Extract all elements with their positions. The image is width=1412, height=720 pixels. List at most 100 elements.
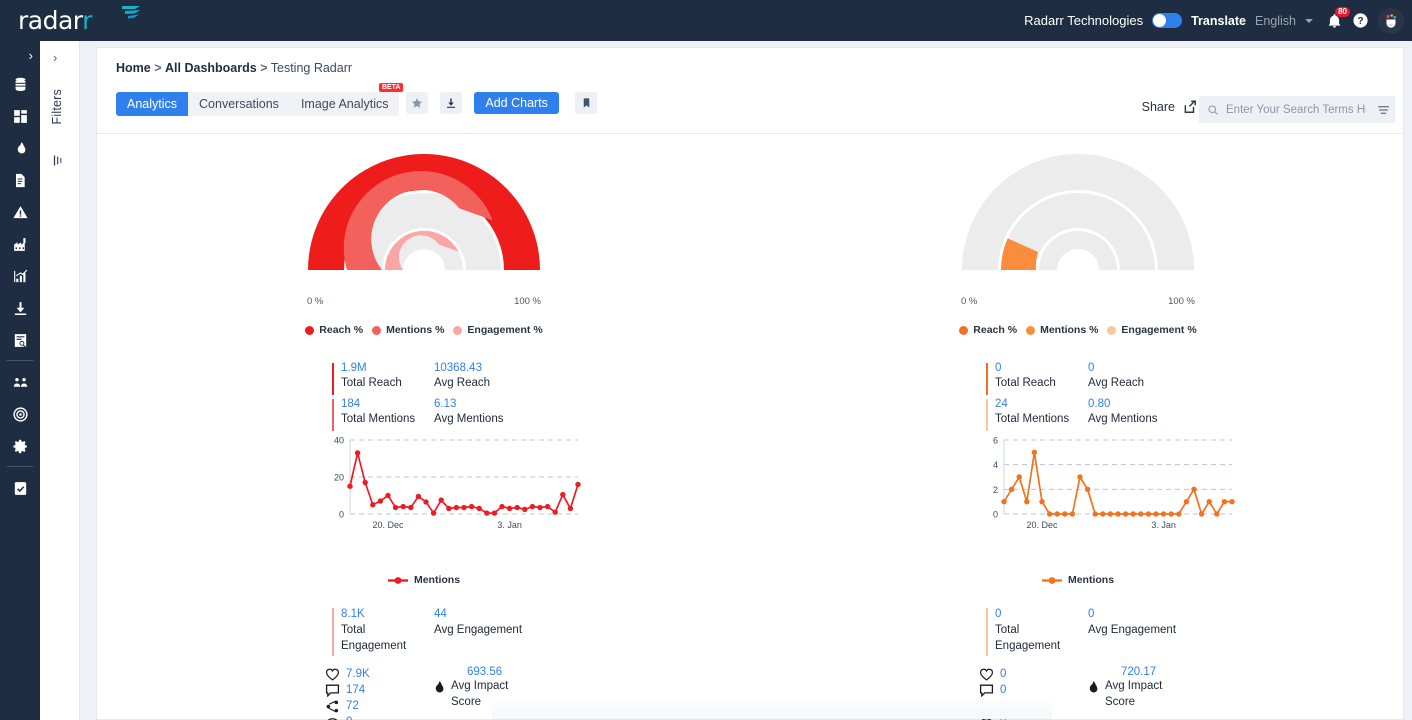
- sidebar-expand-button[interactable]: ›: [0, 48, 40, 63]
- page-area: Home > All Dashboards > Testing Radarr A…: [80, 41, 1412, 720]
- share-external-icon: [1184, 100, 1196, 113]
- sidebar-divider-2: [7, 466, 33, 467]
- notification-badge: 80: [1335, 7, 1350, 17]
- svg-text:4: 4: [993, 460, 998, 470]
- legend-dot-mentions: [372, 325, 382, 335]
- organization-name: Radarr Technologies: [1024, 13, 1144, 28]
- sidebar-item-settings[interactable]: [6, 435, 34, 457]
- download-icon: [14, 301, 26, 315]
- stat-total-mentions: 24 Total Mentions: [986, 397, 1088, 433]
- sidebar-item-audience[interactable]: [6, 371, 34, 393]
- legend-item-engagement[interactable]: Engagement %: [1107, 324, 1197, 336]
- tab-image-analytics[interactable]: Image Analytics BETA: [290, 83, 404, 116]
- sidebar-item-research[interactable]: [6, 329, 34, 351]
- star-icon: [412, 98, 423, 108]
- factory-icon: [13, 237, 25, 251]
- sidebar-item-trending[interactable]: [6, 137, 34, 159]
- tab-image-analytics-label: Image Analytics: [300, 97, 389, 111]
- legend-label-mentions: Mentions %: [1040, 324, 1099, 336]
- filter-bars-icon[interactable]: [52, 153, 67, 168]
- legend-item-reach[interactable]: Reach %: [959, 324, 1017, 336]
- stat-avg-engagement: 0 Avg Engagement: [1088, 606, 1190, 654]
- sidebar-item-reports[interactable]: [6, 169, 34, 191]
- line-chart-right: 0 2 4 6 20. Dec 3. Jan: [976, 434, 1236, 574]
- svg-text:0: 0: [993, 510, 998, 520]
- add-charts-button[interactable]: Add Charts: [474, 92, 559, 114]
- widgets-area: 0 % 100 % Reach % Mentions % Engagement …: [97, 134, 1405, 720]
- stat-value: 184: [341, 398, 361, 410]
- widget-right: 0 % 100 % Reach % Mentions % Engagement …: [751, 134, 1405, 720]
- help-button[interactable]: ?: [1352, 12, 1369, 29]
- user-avatar-icon: [1386, 13, 1397, 28]
- top-bar-right: Radarr Technologies Translate English 80…: [1024, 0, 1404, 41]
- svg-text:?: ?: [1357, 16, 1363, 27]
- filters-expand-button[interactable]: ›: [53, 50, 57, 65]
- gauge-widget-right: 0 % 100 % Reach % Mentions % Engagement …: [751, 134, 1405, 336]
- legend-label-reach: Reach %: [319, 324, 364, 336]
- sidebar-item-dashboards[interactable]: [6, 105, 34, 127]
- sidebar-item-industry[interactable]: [6, 233, 34, 255]
- search-input[interactable]: [1226, 103, 1366, 116]
- bookmark-button[interactable]: [575, 92, 598, 114]
- vertical-scrollbar[interactable]: [1406, 161, 1412, 720]
- engagement-block-right: 0 Total Engagement 0 Avg Engagement: [986, 606, 1286, 656]
- legend-item-engagement[interactable]: Engagement %: [453, 324, 543, 336]
- widget-left: 0 % 100 % Reach % Mentions % Engagement …: [97, 134, 751, 720]
- favorite-button[interactable]: [406, 92, 429, 114]
- sidebar-item-tasks[interactable]: [6, 477, 34, 499]
- clipboard-check-icon: [14, 481, 26, 495]
- line-chart-right-svg[interactable]: 0 2 4 6 20. Dec 3. Jan: [976, 434, 1236, 544]
- legend-label-reach: Reach %: [973, 324, 1018, 336]
- sidebar-item-database[interactable]: [6, 73, 34, 95]
- stat-label: Total Engagement: [995, 624, 1061, 652]
- gauge-chart-right: [962, 154, 1194, 270]
- line-chart-left-svg[interactable]: 0 20 40 20. Dec 3. Jan: [322, 434, 582, 544]
- eye-icon: [327, 717, 338, 720]
- sidebar-item-downloads[interactable]: [6, 297, 34, 319]
- tab-analytics[interactable]: Analytics: [116, 92, 189, 116]
- legend-item-mentions[interactable]: Mentions %: [1026, 324, 1098, 336]
- legend-label-engagement: Engagement %: [1121, 324, 1197, 336]
- legend-dot-engagement: [453, 325, 463, 335]
- notifications-button[interactable]: 80: [1326, 7, 1350, 29]
- stat-total-engagement: 0 Total Engagement: [986, 606, 1088, 656]
- engagement-row: 0 Total Engagement 0 Avg Engagement: [986, 606, 1286, 656]
- stat-row-mentions: 24 Total Mentions 0.80 Avg Mentions: [986, 397, 1286, 433]
- breadcrumb-home[interactable]: Home: [116, 61, 151, 75]
- stat-value: 44: [434, 608, 447, 620]
- gauge-chart-left: [308, 154, 540, 270]
- svg-text:40: 40: [334, 436, 344, 446]
- metric-value: 0: [346, 716, 352, 720]
- svg-text:3. Jan: 3. Jan: [1151, 520, 1176, 530]
- avatar[interactable]: [1378, 7, 1404, 34]
- chevron-down-icon[interactable]: [1305, 18, 1313, 23]
- radarr-logo[interactable]: radarr: [14, 2, 144, 40]
- bar-chart-up-icon: [13, 269, 27, 282]
- flame-icon: [435, 681, 444, 693]
- search-box[interactable]: [1199, 96, 1395, 123]
- translate-toggle[interactable]: [1152, 13, 1183, 28]
- svg-text:2: 2: [993, 485, 998, 495]
- tab-conversations[interactable]: Conversations: [188, 92, 290, 116]
- legend-item-reach[interactable]: Reach %: [305, 324, 363, 336]
- legend-dot-mentions: [1026, 325, 1036, 335]
- stat-avg-reach: 10368.43 Avg Reach: [434, 361, 536, 397]
- svg-text:20. Dec: 20. Dec: [372, 520, 404, 530]
- sidebar-item-alerts[interactable]: [6, 201, 34, 223]
- breadcrumb-all-dashboards[interactable]: All Dashboards: [165, 61, 257, 75]
- filter-lines-icon[interactable]: [1377, 105, 1390, 115]
- svg-text:3. Jan: 3. Jan: [497, 520, 522, 530]
- sidebar-divider: [7, 360, 33, 361]
- sidebar-item-targets[interactable]: [6, 403, 34, 425]
- stat-avg-mentions: 6.13 Avg Mentions: [434, 397, 536, 433]
- stat-total-reach: 1.9M Total Reach: [332, 361, 434, 397]
- legend-label-mentions-line: Mentions: [1067, 574, 1115, 586]
- translate-label: Translate: [1191, 13, 1246, 28]
- legend-item-mentions[interactable]: Mentions %: [372, 324, 444, 336]
- share-button[interactable]: Share: [1142, 100, 1197, 114]
- stat-label: Avg Engagement: [1088, 624, 1177, 636]
- sidebar-item-analytics[interactable]: [6, 265, 34, 287]
- download-dashboard-button[interactable]: [439, 92, 462, 114]
- metric-value: 0: [1000, 684, 1007, 696]
- legend-label-engagement: Engagement %: [467, 324, 543, 336]
